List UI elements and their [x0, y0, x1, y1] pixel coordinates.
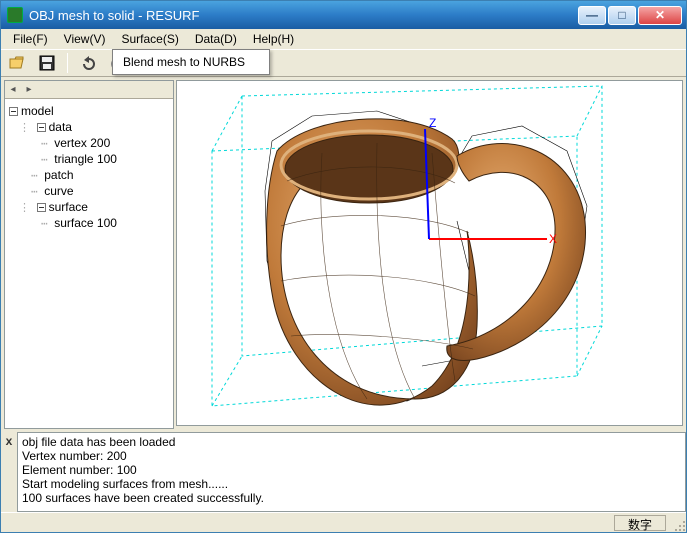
tree-node-vertex[interactable]: vertex 200 — [54, 136, 110, 150]
log-line: Vertex number: 200 — [22, 449, 681, 463]
menu-view[interactable]: View(V) — [56, 30, 114, 48]
3d-viewport[interactable]: X Z — [176, 80, 683, 426]
minimize-button[interactable]: ― — [578, 6, 606, 25]
menu-surface[interactable]: Surface(S) — [113, 30, 186, 48]
expand-icon[interactable] — [9, 107, 18, 116]
tree-tab-left-arrow[interactable]: ◂ — [5, 81, 21, 98]
tree-line: ⋯ — [41, 153, 54, 166]
log-line: Element number: 100 — [22, 463, 681, 477]
model-tree[interactable]: model ⋮ data ⋯ vertex 200 ⋯ triangle 100… — [5, 99, 173, 428]
axis-x-label: X — [549, 232, 557, 246]
tree-panel: ◂ ▸ model ⋮ data ⋯ vertex 200 ⋯ — [4, 80, 174, 429]
log-line: Start modeling surfaces from mesh...... — [22, 477, 681, 491]
tree-line: ⋮ — [19, 201, 37, 214]
tree-node-surface[interactable]: surface — [49, 200, 88, 214]
app-icon — [7, 7, 23, 23]
tree-node-model[interactable]: model — [21, 104, 54, 118]
tree-line: ⋮ — [19, 121, 37, 134]
tree-tab-right-arrow[interactable]: ▸ — [21, 81, 37, 98]
tree-line: ⋯ — [31, 169, 44, 182]
toolbar-separator — [67, 53, 68, 73]
dropdown-blend-mesh[interactable]: Blend mesh to NURBS — [115, 52, 267, 72]
expand-icon[interactable] — [37, 203, 46, 212]
log-line: obj file data has been loaded — [22, 435, 681, 449]
surface-dropdown: Blend mesh to NURBS — [112, 49, 270, 75]
menu-data[interactable]: Data(D) — [187, 30, 245, 48]
tree-line: ⋯ — [41, 137, 54, 150]
log-close-button[interactable]: x — [1, 432, 17, 512]
undo-button[interactable] — [78, 53, 98, 73]
close-button[interactable]: ✕ — [638, 6, 682, 25]
tree-node-curve[interactable]: curve — [44, 184, 73, 198]
tree-line: ⋯ — [31, 185, 44, 198]
axis-z-label: Z — [429, 116, 436, 130]
resize-grip[interactable] — [673, 519, 685, 531]
window-title: OBJ mesh to solid - RESURF — [29, 8, 200, 23]
tree-node-triangle[interactable]: triangle 100 — [54, 152, 117, 166]
menu-help[interactable]: Help(H) — [245, 30, 302, 48]
horizontal-splitter[interactable] — [176, 426, 683, 429]
menu-file[interactable]: File(F) — [5, 30, 56, 48]
maximize-button[interactable]: □ — [608, 6, 636, 25]
log-line: 100 surfaces have been created successfu… — [22, 491, 681, 505]
expand-icon[interactable] — [37, 123, 46, 132]
open-button[interactable] — [7, 53, 27, 73]
tree-node-surface100[interactable]: surface 100 — [54, 216, 117, 230]
tree-node-data[interactable]: data — [49, 120, 72, 134]
log-output[interactable]: obj file data has been loaded Vertex num… — [17, 432, 686, 512]
tree-line: ⋯ — [41, 217, 54, 230]
tree-node-patch[interactable]: patch — [44, 168, 73, 182]
status-ime: 数字 — [614, 515, 666, 531]
save-button[interactable] — [37, 53, 57, 73]
